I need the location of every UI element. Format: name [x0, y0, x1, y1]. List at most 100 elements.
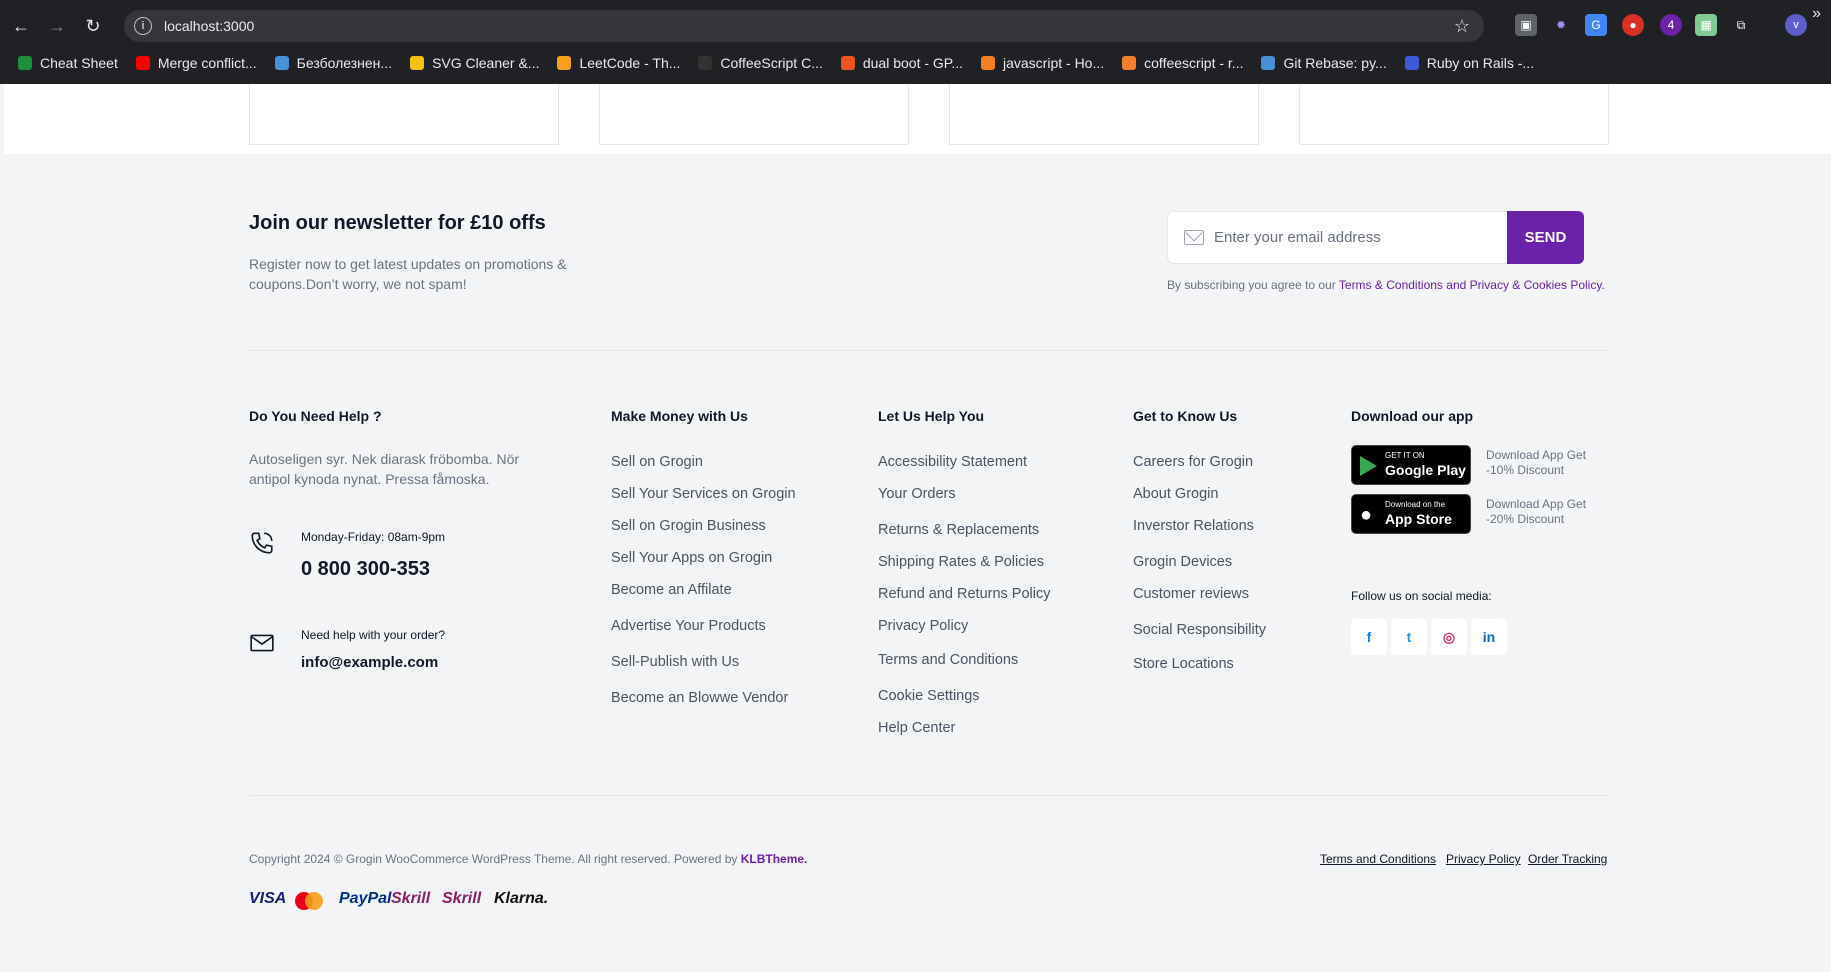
bookmark-item[interactable]: LeetCode - Th...	[557, 55, 680, 71]
bookmark-item[interactable]: coffeescript - r...	[1122, 55, 1243, 71]
bookmark-label: LeetCode - Th...	[579, 55, 681, 71]
newsletter-agreement: By subscribing you agree to our Terms & …	[1167, 278, 1605, 292]
footer-link[interactable]: About Grogin	[1133, 486, 1218, 502]
linkedin-icon[interactable]: in	[1471, 619, 1507, 655]
bookmark-label: dual boot - GP...	[862, 55, 963, 71]
product-card[interactable]	[249, 84, 559, 145]
footer-link[interactable]: Become an Affilate	[611, 582, 732, 598]
product-card[interactable]	[949, 84, 1259, 145]
google-play-note: Download App Get -10% Discount	[1486, 448, 1587, 477]
bookmark-item[interactable]: SVG Cleaner &...	[410, 55, 539, 71]
extensions-puzzle-icon[interactable]: ⧉	[1730, 14, 1752, 36]
app-heading: Download our app	[1351, 408, 1474, 424]
mail-icon	[1184, 230, 1204, 245]
footer-link[interactable]: Sell Your Services on Grogin	[611, 486, 796, 502]
app-store-note: Download App Get -20% Discount	[1486, 497, 1587, 526]
shield-icon	[18, 56, 32, 70]
footer-link[interactable]: Privacy Policy	[878, 618, 968, 634]
facebook-icon[interactable]: f	[1351, 619, 1387, 655]
newsletter-description: Register now to get latest updates on pr…	[249, 256, 567, 292]
bookmark-item[interactable]: Безболезнен...	[274, 55, 393, 71]
footer-link[interactable]: Grogin Devices	[1133, 554, 1232, 570]
profile-avatar[interactable]: v	[1785, 14, 1807, 36]
bookmark-label: Cheat Sheet	[40, 55, 118, 71]
klbtheme-link[interactable]: KLBTheme.	[741, 852, 808, 866]
bookmark-item[interactable]: Merge conflict...	[135, 55, 257, 71]
google-play-small-text: GET IT ON	[1385, 451, 1425, 460]
forward-arrow-icon[interactable]: →	[42, 11, 72, 41]
footer-link[interactable]: Store Locations	[1133, 656, 1234, 672]
bookmark-item[interactable]: Ruby on Rails -...	[1404, 55, 1534, 71]
site-info-icon[interactable]: i	[134, 17, 152, 35]
browser-toolbar: ← → ↻ i localhost:3000 ☆ ▣ ✹ G ● 4 ▦ ⧉ v	[0, 6, 1831, 46]
twitter-icon[interactable]: t	[1391, 619, 1427, 655]
help-you-heading: Let Us Help You	[878, 408, 985, 424]
footer-link[interactable]: Terms and Conditions	[878, 652, 1018, 668]
mastercard-icon	[295, 892, 323, 910]
terms-policy-link[interactable]: Terms & Conditions and Privacy & Cookies…	[1339, 278, 1605, 292]
bookmark-item[interactable]: javascript - Ho...	[981, 55, 1104, 71]
support-email[interactable]: info@example.com	[301, 654, 438, 671]
gear-icon	[274, 56, 289, 70]
bottom-link[interactable]: Order Tracking	[1528, 852, 1607, 866]
extension-sheet-icon[interactable]: ▦	[1695, 14, 1717, 36]
payment-logo: PayPal	[339, 890, 392, 907]
extension-badge-icon[interactable]: 4	[1660, 14, 1682, 36]
footer-link[interactable]: Advertise Your Products	[611, 618, 766, 634]
footer-link[interactable]: Help Center	[878, 720, 955, 736]
back-arrow-icon[interactable]: ←	[6, 11, 36, 41]
footer-link[interactable]: Become an Blowwe Vendor	[611, 690, 788, 706]
email-label: Need help with your order?	[301, 628, 446, 642]
product-strip	[4, 84, 1831, 154]
footer-link[interactable]: Sell on Grogin	[611, 454, 703, 470]
bookmark-item[interactable]: CoffeeScript C...	[698, 55, 823, 71]
footer-link[interactable]: Social Responsibility	[1133, 622, 1266, 638]
reload-icon[interactable]: ↻	[78, 11, 108, 41]
payment-logo: Skrill	[391, 890, 431, 907]
newsletter-email-input[interactable]	[1214, 229, 1494, 246]
footer-link[interactable]: Customer reviews	[1133, 586, 1249, 602]
bookmark-label: Безболезнен...	[296, 55, 393, 71]
footer-link[interactable]: Sell Your Apps on Grogin	[611, 550, 772, 566]
help-description: Autoseligen syr. Nek diarask fröbomba. N…	[249, 451, 520, 487]
app-store-label: App Store	[1385, 511, 1452, 527]
footer-link[interactable]: Inverstor Relations	[1133, 518, 1254, 534]
know-us-heading: Get to Know Us	[1133, 408, 1238, 424]
footer-link[interactable]: Refund and Returns Policy	[878, 586, 1051, 602]
product-card[interactable]	[1299, 84, 1609, 145]
translate-icon[interactable]: G	[1585, 14, 1607, 36]
footer-link[interactable]: Shipping Rates & Policies	[878, 554, 1044, 570]
bookmark-item[interactable]: Git Rebase: py...	[1261, 55, 1387, 71]
extension-red-icon[interactable]: ●	[1622, 14, 1644, 36]
footer-link[interactable]: Your Orders	[878, 486, 956, 502]
product-card[interactable]	[599, 84, 909, 145]
footer-link[interactable]: Sell-Publish with Us	[611, 654, 739, 670]
stackoverflow-icon	[981, 56, 995, 70]
footer-link[interactable]: Cookie Settings	[878, 688, 980, 704]
bookmarks-more-icon[interactable]: »	[1812, 5, 1821, 23]
instagram-icon[interactable]: ◎	[1431, 619, 1467, 655]
bookmark-star-icon[interactable]: ☆	[1454, 16, 1470, 37]
bookmark-item[interactable]: Cheat Sheet	[18, 55, 118, 71]
bottom-link[interactable]: Privacy Policy	[1446, 852, 1521, 866]
extension-gear-icon[interactable]: ✹	[1550, 14, 1572, 36]
agreement-text: By subscribing you agree to our	[1167, 278, 1339, 292]
payment-logo: Klarna.	[494, 890, 549, 907]
extension-badge-count: 4	[1667, 18, 1675, 32]
google-play-badge[interactable]: GET IT ON Google Play	[1351, 445, 1471, 485]
phone-number[interactable]: 0 800 300-353	[301, 558, 430, 581]
footer-link[interactable]: Accessibility Statement	[878, 454, 1027, 470]
footer-link[interactable]: Sell on Grogin Business	[611, 518, 766, 534]
address-bar-url[interactable]: localhost:3000	[164, 18, 254, 34]
app-store-badge[interactable]: ● Download on the App Store	[1351, 494, 1471, 534]
askubuntu-icon	[840, 56, 855, 70]
extension-icon[interactable]: ▣	[1515, 14, 1537, 36]
bookmarks-bar: Cheat Sheet Merge conflict... Безболезнен.…	[0, 48, 1831, 78]
help-heading: Do You Need Help ?	[249, 408, 382, 424]
bottom-link[interactable]: Terms and Conditions	[1320, 852, 1436, 866]
bookmark-item[interactable]: dual boot - GP...	[840, 55, 963, 71]
address-bar[interactable]: i localhost:3000 ☆	[124, 10, 1484, 42]
footer-link[interactable]: Careers for Grogin	[1133, 454, 1253, 470]
newsletter-send-button[interactable]: SEND	[1507, 211, 1584, 264]
footer-link[interactable]: Returns & Replacements	[878, 522, 1039, 538]
